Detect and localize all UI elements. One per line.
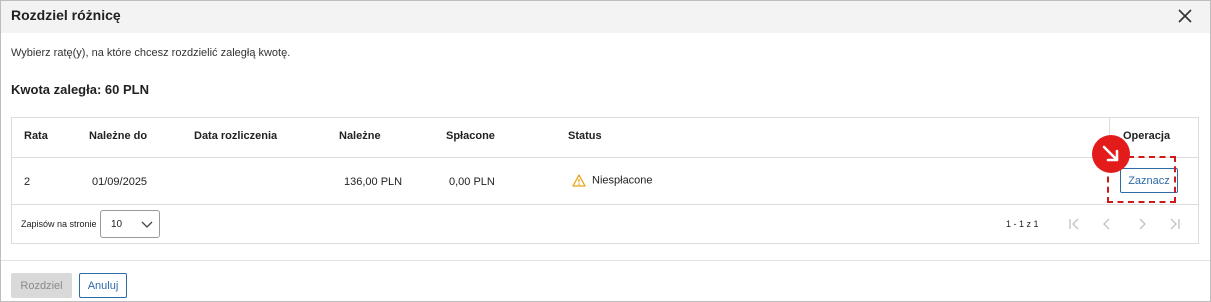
per-page-select[interactable]: 10 — [100, 210, 160, 238]
per-page-value: 10 — [111, 219, 123, 230]
overdue-amount: Kwota zaległa: 60 PLN — [11, 82, 149, 97]
col-header-due-amount: Należne — [339, 130, 381, 142]
cell-due-date: 01/09/2025 — [92, 176, 148, 188]
table-row: 2 01/09/2025 136,00 PLN 0,00 PLN Niespła… — [12, 156, 1198, 205]
dialog-title: Rozdziel różnicę — [11, 7, 121, 23]
cell-due-amount: 136,00 PLN — [344, 176, 403, 188]
close-icon[interactable] — [1173, 4, 1197, 28]
cell-paid-amount: 0,00 PLN — [449, 176, 495, 188]
col-header-status: Status — [568, 130, 602, 142]
footer-divider — [1, 260, 1210, 261]
per-page-label: Zapisów na stronie — [21, 219, 97, 229]
col-header-operation: Operacja — [1123, 130, 1171, 142]
col-header-paid-amount: Spłacone — [446, 130, 495, 142]
pointer-annotation — [1092, 135, 1130, 173]
col-header-due-date: Należne do — [89, 130, 148, 142]
col-header-rata: Rata — [24, 130, 48, 142]
warning-icon — [572, 174, 586, 187]
table-header: Rata Należne do Data rozliczenia Należne… — [12, 118, 1198, 158]
split-button[interactable]: Rozdziel — [11, 273, 72, 298]
last-page-icon[interactable] — [1167, 216, 1183, 232]
next-page-icon[interactable] — [1134, 216, 1150, 232]
arrow-down-right-icon — [1102, 145, 1119, 162]
split-difference-dialog: Rozdziel różnicę Wybierz ratę(y), na któ… — [0, 0, 1211, 302]
pagination-bar: Zapisów na stronie 10 1 - 1 z 1 — [12, 206, 1198, 243]
cell-rata: 2 — [24, 176, 31, 188]
col-header-settlement-date: Data rozliczenia — [194, 130, 278, 142]
first-page-icon[interactable] — [1066, 216, 1082, 232]
instruction-text: Wybierz ratę(y), na które chcesz rozdzie… — [11, 47, 291, 59]
page-range: 1 - 1 z 1 — [1006, 219, 1039, 229]
close-icon-glyph — [1178, 9, 1192, 23]
status-badge: Niespłacone — [572, 174, 653, 187]
installments-table: Rata Należne do Data rozliczenia Należne… — [11, 117, 1199, 244]
prev-page-icon[interactable] — [1099, 216, 1115, 232]
cancel-button[interactable]: Anuluj — [79, 273, 127, 298]
chevron-down-icon — [141, 221, 153, 228]
status-text: Niespłacone — [592, 174, 653, 187]
dialog-header: Rozdziel różnicę — [1, 1, 1210, 33]
